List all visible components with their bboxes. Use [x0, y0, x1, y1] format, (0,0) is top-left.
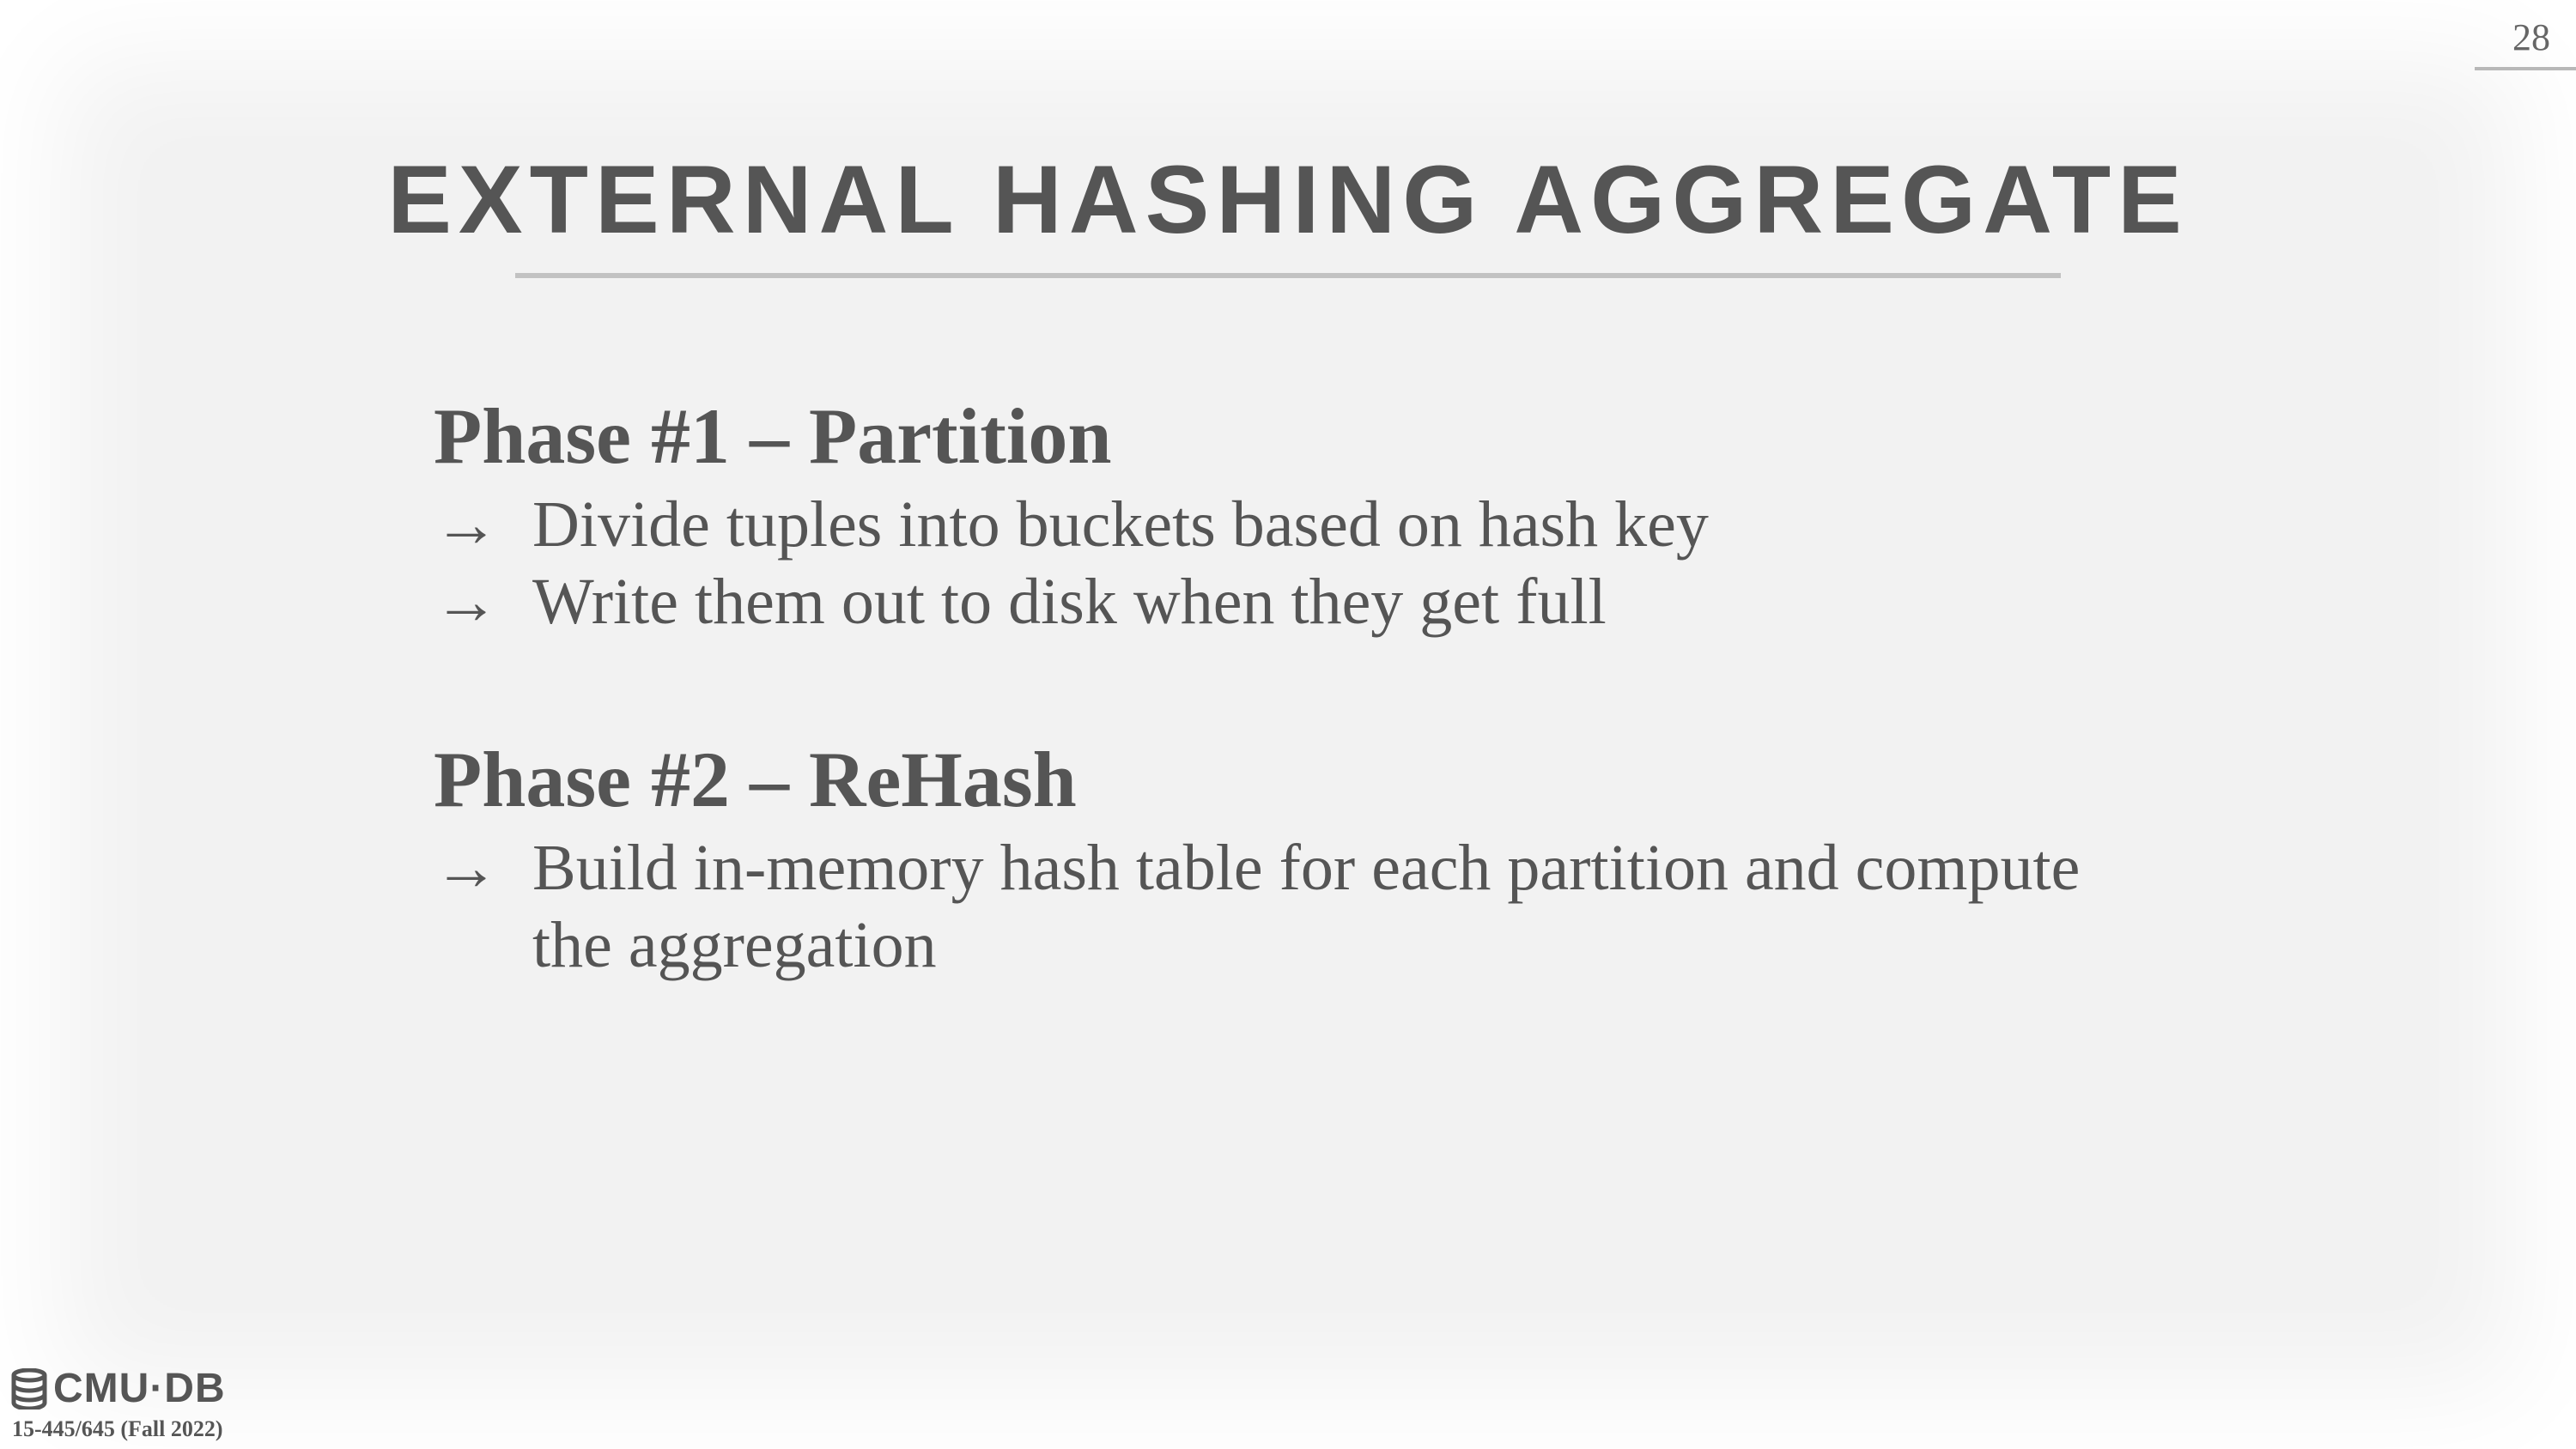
bullet-item: → Write them out to disk when they get f…: [434, 563, 2151, 640]
bullet-text: Divide tuples into buckets based on hash…: [532, 488, 1709, 561]
slide-content: Phase #1 – Partition → Divide tuples int…: [434, 386, 2151, 1073]
phase-1-section: Phase #1 – Partition → Divide tuples int…: [434, 386, 2151, 640]
arrow-right-icon: →: [434, 566, 499, 638]
phase-2-section: Phase #2 – ReHash → Build in-memory hash…: [434, 730, 2151, 984]
page-number-underline: [2475, 67, 2576, 70]
arrow-right-icon: →: [434, 488, 499, 561]
slide: 28 EXTERNAL HASHING AGGREGATE Phase #1 –…: [0, 0, 2576, 1449]
bullet-item: → Build in-memory hash table for each pa…: [434, 829, 2151, 984]
slide-title: EXTERNAL HASHING AGGREGATE: [387, 146, 2189, 253]
bullet-text: Write them out to disk when they get ful…: [532, 566, 1607, 638]
bullet-item: → Divide tuples into buckets based on ha…: [434, 486, 2151, 563]
course-label: 15-445/645 (Fall 2022): [12, 1416, 223, 1441]
logo-text: CMU·DB: [53, 1366, 226, 1411]
arrow-right-icon: →: [434, 832, 499, 904]
phase-2-heading: Phase #2 – ReHash: [434, 736, 1077, 823]
phase-1-heading: Phase #1 – Partition: [434, 392, 1112, 480]
page-number: 28: [2512, 16, 2550, 58]
bullet-text: Build in-memory hash table for each part…: [532, 832, 2081, 981]
cmu-db-logo: CMU·DB: [10, 1365, 226, 1412]
title-underline: [515, 273, 2061, 278]
database-stack-icon: [11, 1367, 47, 1410]
